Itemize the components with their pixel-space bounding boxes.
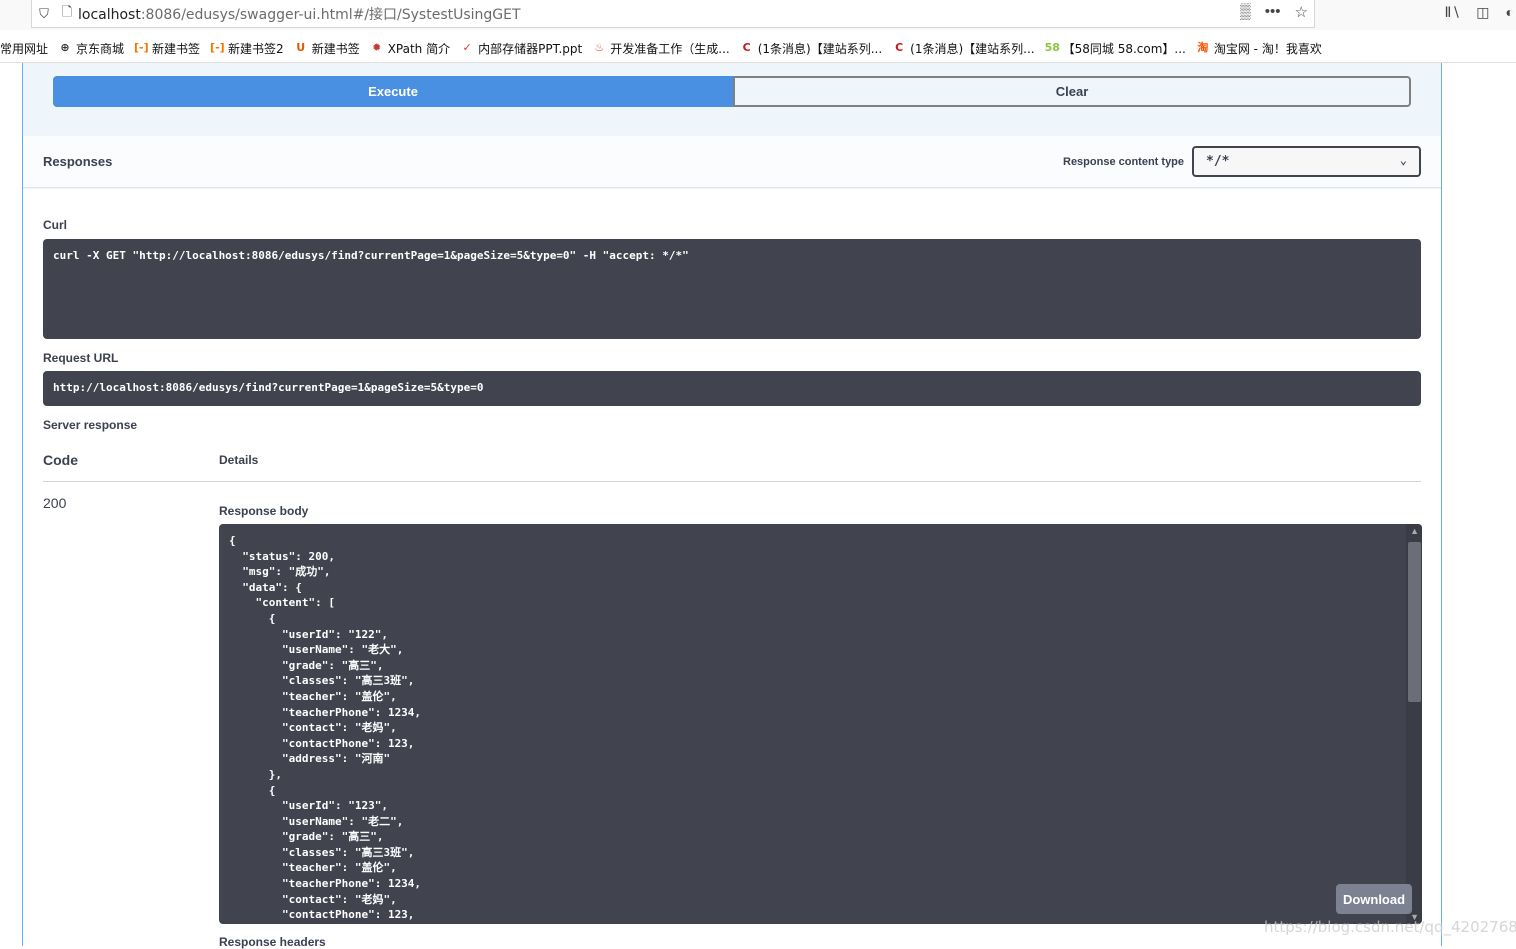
response-content-type-label: Response content type	[1063, 155, 1185, 168]
bracket-icon: [-]	[134, 41, 149, 54]
bookmark-item[interactable]: [-] 新建书签2	[210, 40, 284, 57]
bookmark-label: 京东商城	[76, 41, 125, 56]
operation-panel: Execute Clear Responses Response content…	[22, 63, 1442, 949]
scrollbar[interactable]: ▲ ▼	[1406, 524, 1422, 924]
bookmark-item[interactable]: 常用网址	[0, 40, 48, 57]
bookmarks-bar: 常用网址 ⊕ 京东商城 [-] 新建书签 [-] 新建书签2 U 新建书签 ✹ XPath 简介 ✓ 内…	[0, 34, 1516, 62]
bookmark-label: (1条消息)【建站系列...	[910, 41, 1035, 56]
bookmark-label: 淘宝网 - 淘！我喜欢	[1213, 41, 1322, 56]
taobao-icon: 淘	[1197, 41, 1209, 54]
star-bookmark-icon[interactable]: ☆	[1295, 3, 1308, 21]
details-column-header: Details	[219, 453, 259, 467]
bookmark-label: XPath 简介	[387, 41, 451, 56]
chevron-down-icon: ⌄	[1399, 153, 1407, 167]
c-icon: C	[742, 41, 751, 54]
address-bar[interactable]: ⛉ 🗋 localhost:8086/edusys/swagger-ui.htm…	[31, 0, 1315, 28]
table-divider	[43, 481, 1421, 482]
bookmark-label: 【58同城 58.com】...	[1062, 41, 1186, 56]
response-content-type-select[interactable]: */* ⌄	[1192, 146, 1421, 177]
bookmark-label: 新建书签2	[228, 41, 284, 56]
bookmark-item[interactable]: 58 【58同城 58.com】...	[1045, 40, 1186, 57]
scroll-thumb[interactable]	[1408, 542, 1421, 702]
bookmark-item[interactable]: ⊕ 京东商城	[58, 40, 124, 57]
watermark: https://blog.csdn.net/qq_42027681	[1264, 918, 1516, 936]
bookmark-label: 常用网址	[0, 41, 49, 56]
execute-button[interactable]: Execute	[53, 76, 733, 107]
u-icon: U	[296, 41, 306, 54]
account-icon[interactable]: ◐	[1506, 4, 1514, 21]
request-url[interactable]: http://localhost:8086/edusys/find?curren…	[43, 371, 1421, 406]
scroll-up-icon[interactable]: ▲	[1410, 526, 1419, 536]
responses-header: Responses Response content type */* ⌄	[23, 136, 1441, 188]
bookmark-item[interactable]: C (1条消息)【建站系列...	[740, 40, 883, 57]
execute-row: Execute Clear	[53, 76, 1411, 107]
response-headers-label: Response headers	[219, 935, 326, 949]
page-icon: 🗋	[61, 3, 73, 19]
clear-button[interactable]: Clear	[733, 76, 1411, 107]
shield-icon[interactable]: ⛉	[32, 6, 56, 22]
bookmark-label: 新建书签	[311, 41, 360, 56]
bookmark-item[interactable]: 淘淘宝网 - 淘！我喜欢	[1196, 40, 1322, 57]
browser-toolbar: ⛉ 🗋 localhost:8086/edusys/swagger-ui.htm…	[0, 0, 1516, 30]
globe-icon: ⊕	[60, 41, 70, 54]
code-column-header: Code	[43, 452, 78, 468]
response-body[interactable]: { "status": 200, "msg": "成功", "data": { …	[219, 524, 1422, 924]
x-icon: ✹	[372, 41, 382, 54]
response-content-type-value: */*	[1206, 154, 1230, 169]
flame-icon: ♨	[594, 41, 605, 54]
bookmark-item[interactable]: [-] 新建书签	[134, 40, 200, 57]
responses-title: Responses	[43, 154, 113, 169]
library-icon[interactable]: Ⅱ∖	[1444, 4, 1460, 21]
download-button[interactable]: Download	[1336, 884, 1412, 914]
status-code: 200	[43, 495, 67, 511]
check-icon: ✓	[462, 41, 472, 54]
bookmark-item[interactable]: ✓ 内部存储器PPT.ppt	[460, 40, 583, 57]
response-body-text: { "status": 200, "msg": "成功", "data": { …	[229, 534, 422, 922]
bookmark-label: 新建书签	[152, 41, 201, 56]
bookmark-item[interactable]: U 新建书签	[294, 40, 360, 57]
c-icon: C	[895, 41, 904, 54]
page-margin	[1443, 63, 1516, 946]
sidebar-icon[interactable]: ◫	[1476, 4, 1489, 21]
request-url-label: Request URL	[43, 351, 119, 365]
qr-code-icon[interactable]: ▒	[1240, 3, 1251, 21]
bookmark-label: 开发准备工作（生成...	[610, 41, 730, 56]
more-actions-icon[interactable]: •••	[1265, 3, 1281, 21]
curl-command[interactable]: curl -X GET "http://localhost:8086/edusy…	[43, 239, 1421, 339]
response-body-label: Response body	[219, 504, 309, 518]
bookmark-item[interactable]: ✹ XPath 简介	[370, 40, 450, 57]
bookmark-item[interactable]: ♨ 开发准备工作（生成...	[592, 40, 729, 57]
bookmark-label: (1条消息)【建站系列...	[757, 41, 883, 56]
curl-label: Curl	[43, 218, 67, 232]
server-response-label: Server response	[43, 418, 138, 432]
url-text[interactable]: localhost:8086/edusys/swagger-ui.html#/接…	[78, 4, 521, 24]
bookmark-item[interactable]: C (1条消息)【建站系列...	[892, 40, 1035, 57]
bracket-icon: [-]	[210, 41, 225, 54]
bookmark-label: 内部存储器PPT.ppt	[478, 41, 583, 56]
58-icon: 58	[1044, 41, 1060, 54]
